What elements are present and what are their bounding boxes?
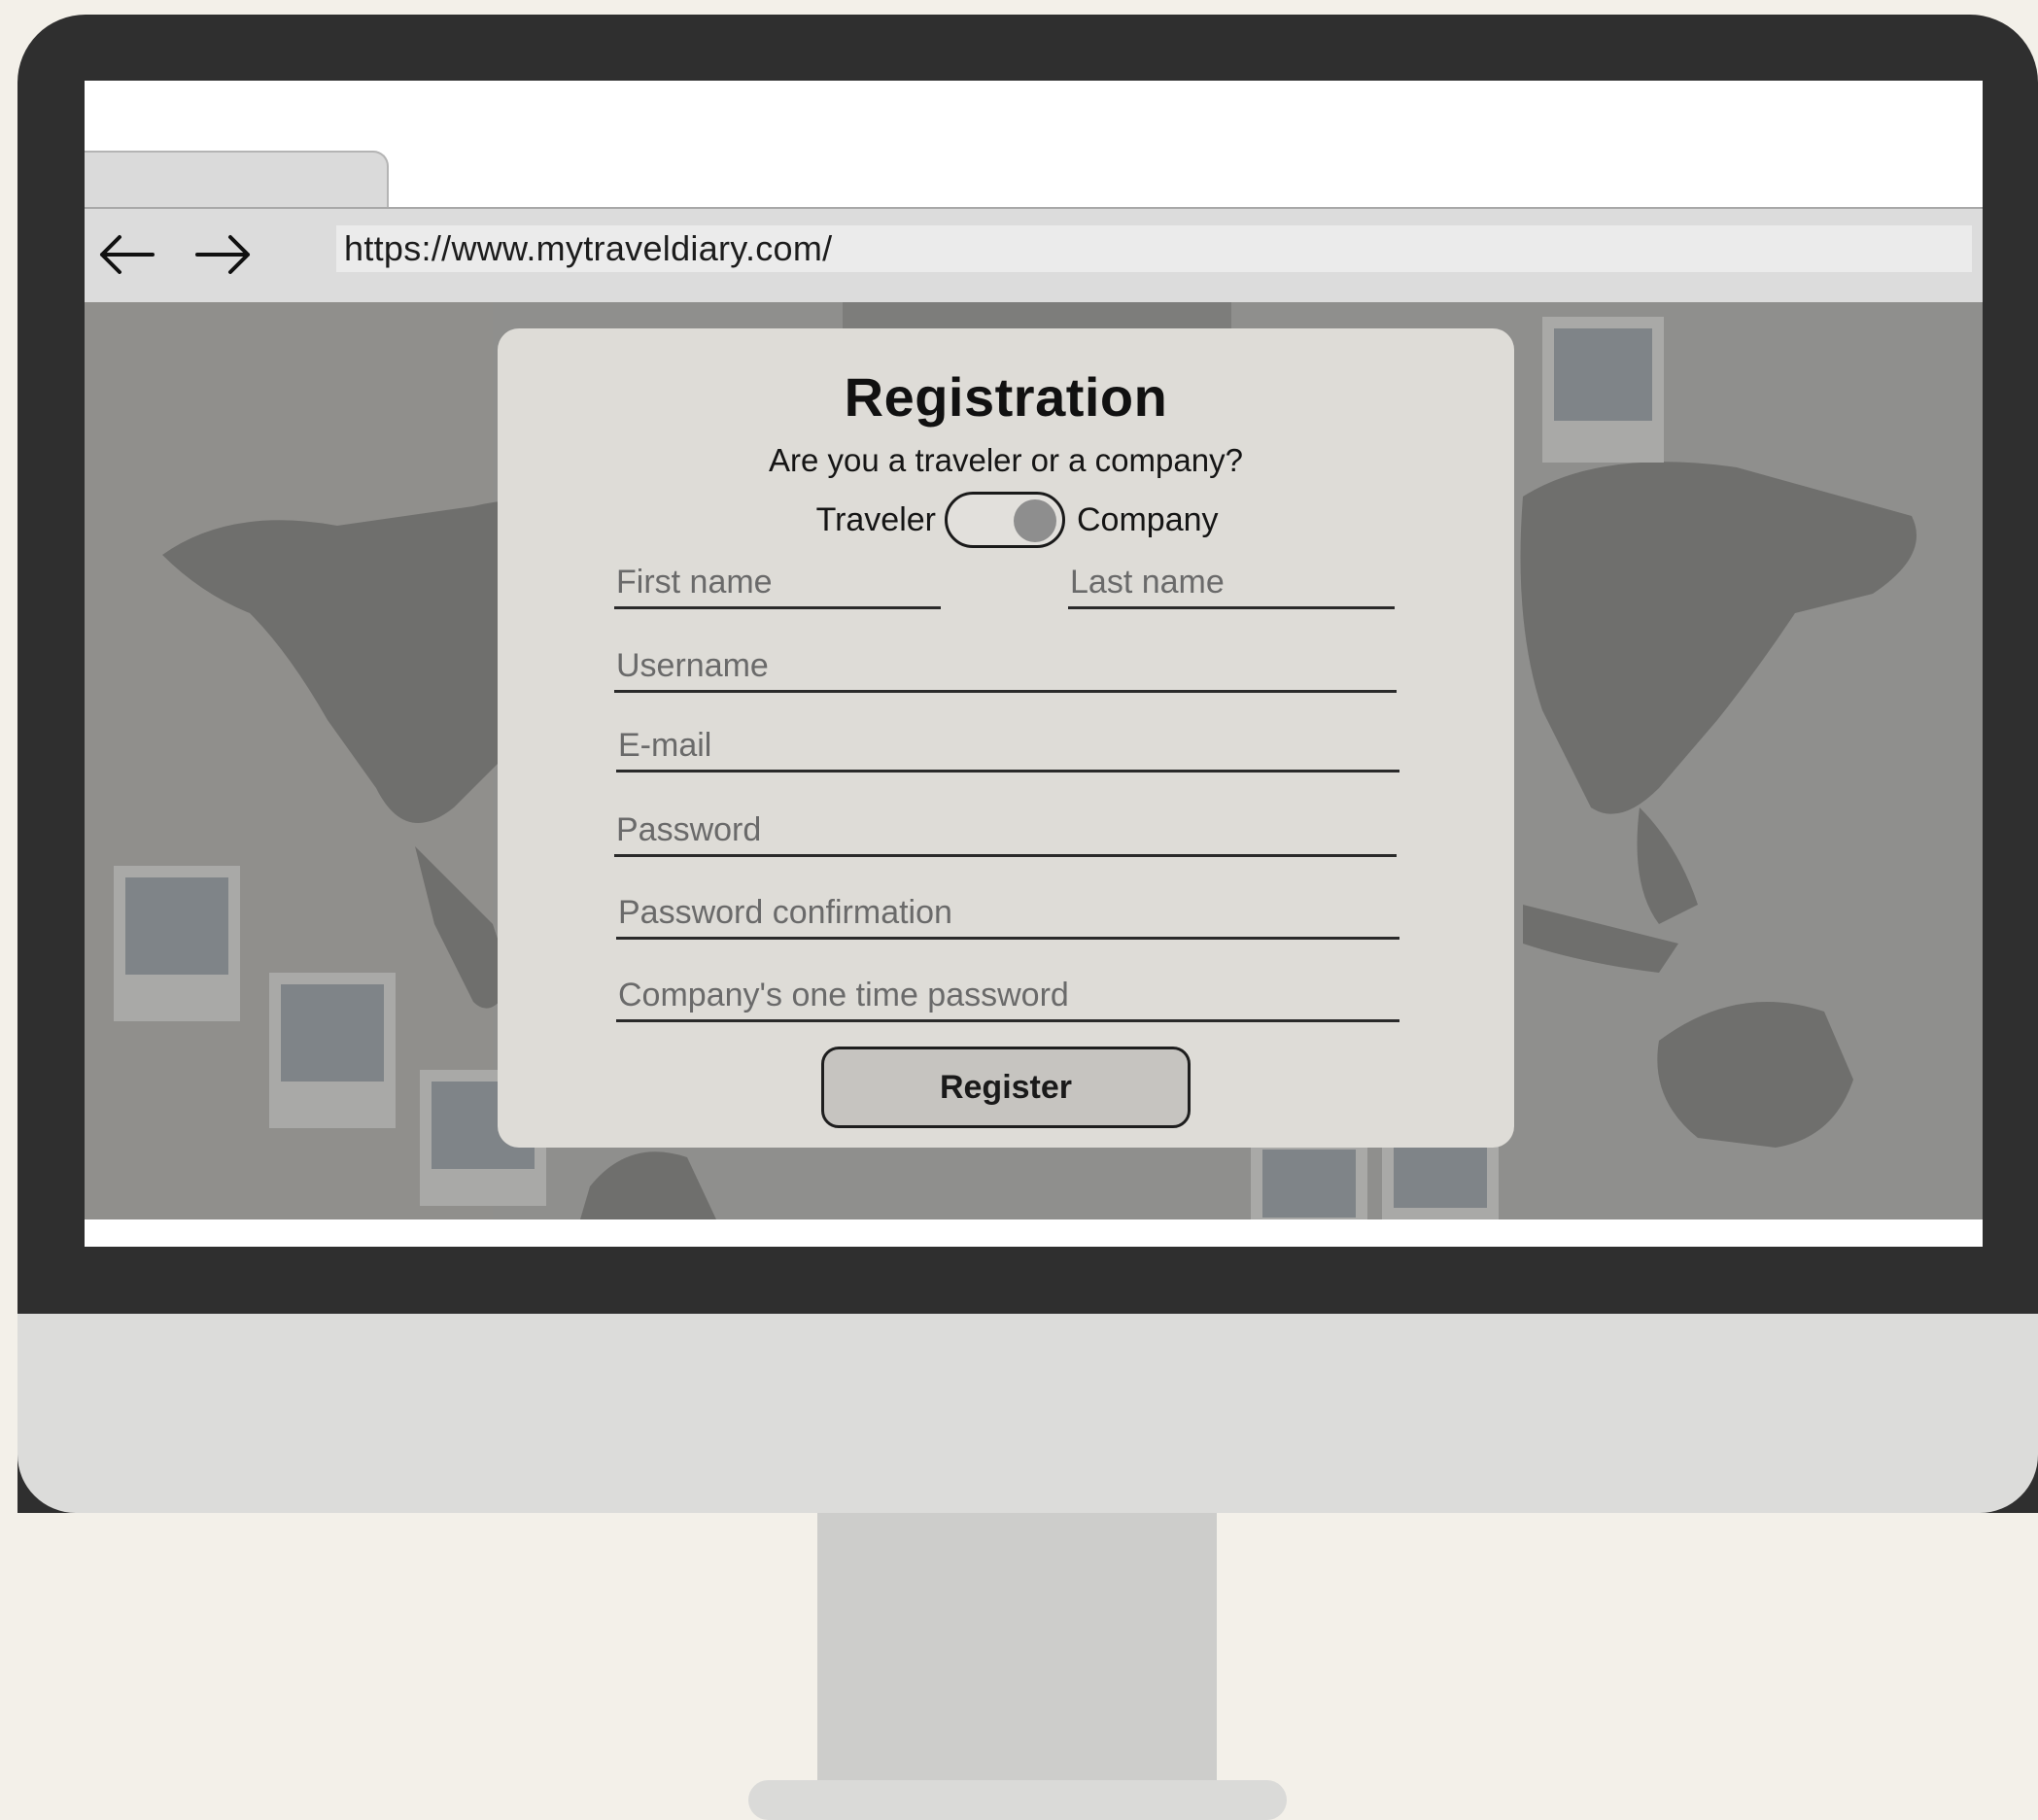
page-title: Registration [844,366,1168,428]
monitor-stand-foot [748,1780,1287,1820]
register-button[interactable]: Register [821,1047,1191,1128]
arrow-left-icon [100,235,155,274]
monitor-stand-neck [817,1513,1217,1781]
password-confirmation-field[interactable]: Password confirmation [616,889,1399,940]
browser-window: https://www.mytraveldiary.com/ Registrat… [85,81,1983,1247]
password-field[interactable]: Password [614,807,1397,857]
account-type-switch-row: Traveler Company [498,492,1514,556]
account-type-question: Are you a traveler or a company? [769,442,1243,478]
browser-toolbar: https://www.mytraveldiary.com/ [85,207,1983,302]
page-content: Registration Are you a traveler or a com… [85,302,1983,1219]
company-label: Company [1077,501,1219,538]
toggle-knob [1014,499,1056,542]
address-bar[interactable]: https://www.mytraveldiary.com/ [336,225,1972,272]
registration-form: Registration Are you a traveler or a com… [498,328,1514,1148]
arrow-right-icon [195,235,250,274]
monitor-chin [17,1314,2038,1513]
forward-button[interactable] [191,228,256,281]
account-type-toggle[interactable] [945,492,1065,548]
browser-tab[interactable] [85,151,389,207]
back-button[interactable] [94,228,158,281]
email-field[interactable]: E-mail [616,722,1399,773]
traveler-label: Traveler [815,501,936,538]
first-name-field[interactable]: First name [614,559,941,609]
username-field[interactable]: Username [614,642,1397,693]
last-name-field[interactable]: Last name [1068,559,1395,609]
company-one-time-password-field[interactable]: Company's one time password [616,972,1399,1022]
